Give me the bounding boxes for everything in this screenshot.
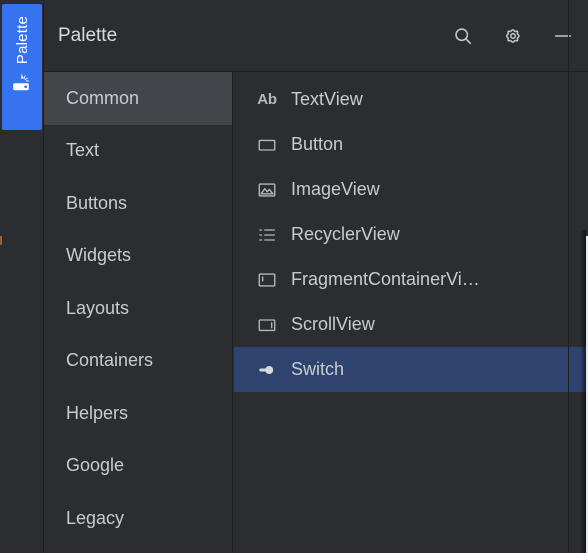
category-label: Legacy xyxy=(66,507,125,528)
widget-label: FragmentContainerVi… xyxy=(291,269,480,289)
image-icon xyxy=(256,179,278,201)
category-label: Containers xyxy=(66,350,154,371)
page-title: Palette xyxy=(58,25,118,46)
category-label: Helpers xyxy=(66,402,129,423)
widget-list: Ab TextView Button ImageView RecyclerVie… xyxy=(234,72,588,553)
gear-icon xyxy=(502,25,524,47)
header-actions xyxy=(446,19,580,53)
category-item-containers[interactable]: Containers xyxy=(44,335,232,388)
widget-item-imageview[interactable]: ImageView xyxy=(234,167,588,212)
panel-header: Palette xyxy=(44,0,588,72)
category-item-layouts[interactable]: Layouts xyxy=(44,282,232,335)
category-item-text[interactable]: Text xyxy=(44,125,232,178)
list-icon xyxy=(256,224,278,246)
widget-label: Button xyxy=(291,134,344,154)
category-label: Text xyxy=(66,140,100,161)
category-item-buttons[interactable]: Buttons xyxy=(44,177,232,230)
panel-body: Common Text Buttons Widgets Layouts Cont… xyxy=(44,72,588,553)
text-ab-icon: Ab xyxy=(257,91,277,108)
widget-label: ScrollView xyxy=(291,314,375,334)
minimize-icon xyxy=(552,25,574,47)
category-label: Widgets xyxy=(66,245,132,266)
category-label: Layouts xyxy=(66,297,130,318)
palette-panel: Palette Common Text Buttons Widgets Layo… xyxy=(44,0,588,553)
tool-tab-label: Palette xyxy=(13,16,31,65)
widget-label: RecyclerView xyxy=(291,224,400,244)
category-label: Common xyxy=(66,87,140,108)
category-list: Common Text Buttons Widgets Layouts Cont… xyxy=(44,72,233,553)
category-item-widgets[interactable]: Widgets xyxy=(44,230,232,283)
widget-item-switch[interactable]: Switch xyxy=(234,347,588,392)
category-item-helpers[interactable]: Helpers xyxy=(44,387,232,440)
category-item-common[interactable]: Common xyxy=(44,72,232,125)
edge-marker xyxy=(0,236,2,245)
button-rect-icon xyxy=(256,134,278,156)
palette-icon xyxy=(11,72,33,94)
widget-item-fragmentcontainerview[interactable]: FragmentContainerVi… xyxy=(234,257,588,302)
widget-label: Switch xyxy=(291,359,345,379)
widget-label: ImageView xyxy=(291,179,380,199)
widget-item-scrollview[interactable]: ScrollView xyxy=(234,302,588,347)
switch-icon xyxy=(256,359,278,381)
category-label: Buttons xyxy=(66,192,128,213)
tool-tab-palette[interactable]: Palette xyxy=(2,4,42,130)
search-button[interactable] xyxy=(446,19,480,53)
scrollview-icon xyxy=(256,314,278,336)
tool-window-strip: Palette xyxy=(0,0,44,553)
widget-item-textview[interactable]: Ab TextView xyxy=(234,77,588,122)
category-label: Google xyxy=(66,455,125,476)
palette-window: Palette Palette Common Text Buttons Widg… xyxy=(0,0,588,553)
search-icon xyxy=(452,25,474,47)
fragment-container-icon xyxy=(256,269,278,291)
minimize-button[interactable] xyxy=(546,19,580,53)
widget-label: TextView xyxy=(291,89,363,109)
widget-item-button[interactable]: Button xyxy=(234,122,588,167)
category-item-google[interactable]: Google xyxy=(44,440,232,493)
category-item-legacy[interactable]: Legacy xyxy=(44,492,232,545)
settings-button[interactable] xyxy=(496,19,530,53)
widget-item-recyclerview[interactable]: RecyclerView xyxy=(234,212,588,257)
window-edge-divider xyxy=(568,0,569,553)
